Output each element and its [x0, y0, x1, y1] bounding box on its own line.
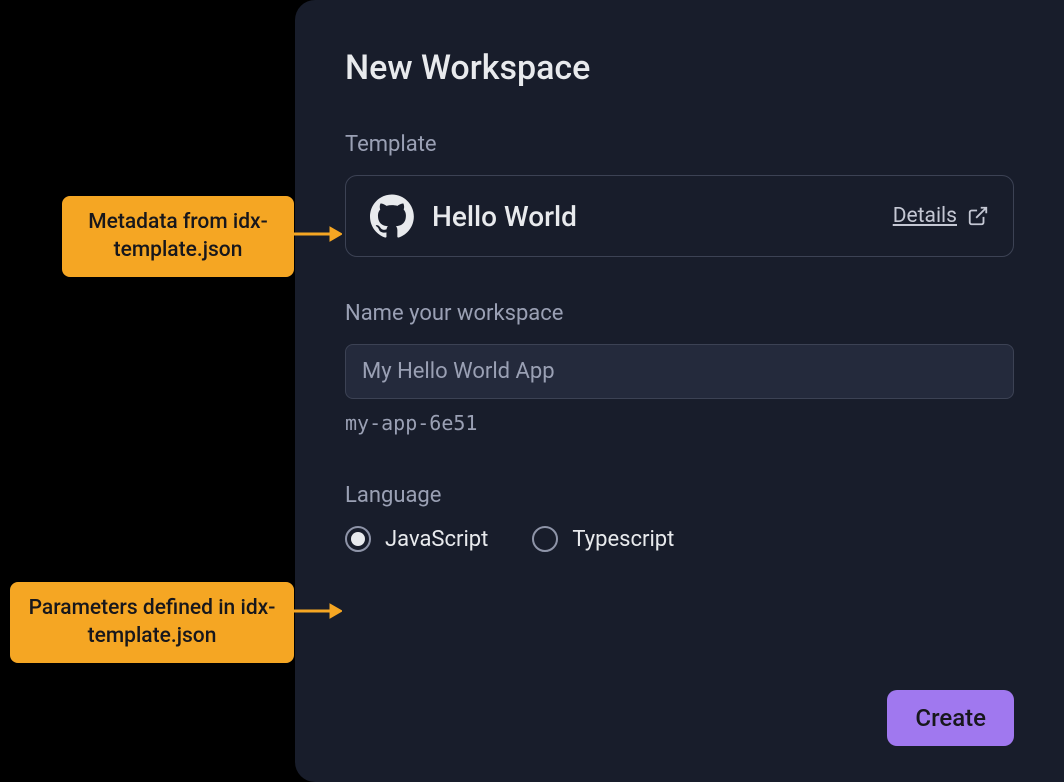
github-icon: [370, 194, 414, 238]
create-button[interactable]: Create: [887, 690, 1014, 746]
language-radio-group: JavaScript Typescript: [345, 526, 1014, 552]
name-section-label: Name your workspace: [345, 301, 1014, 326]
arrow-icon: [294, 601, 342, 621]
radio-button-icon: [532, 526, 558, 552]
radio-label: JavaScript: [385, 527, 488, 552]
external-link-icon: [967, 205, 989, 227]
callout-parameters: Parameters defined in idx-template.json: [10, 582, 294, 663]
workspace-slug: my-app-6e51: [345, 411, 1014, 435]
callout-metadata: Metadata from idx-template.json: [62, 196, 294, 277]
workspace-name-input[interactable]: [345, 344, 1014, 399]
radio-option-javascript[interactable]: JavaScript: [345, 526, 488, 552]
dialog-title: New Workspace: [345, 48, 1014, 88]
template-name: Hello World: [432, 200, 875, 233]
arrow-icon: [294, 224, 342, 244]
radio-option-typescript[interactable]: Typescript: [532, 526, 674, 552]
radio-label: Typescript: [572, 527, 674, 552]
radio-button-icon: [345, 526, 371, 552]
details-link-label: Details: [893, 204, 957, 228]
template-section-label: Template: [345, 132, 1014, 157]
language-section-label: Language: [345, 483, 1014, 508]
details-link[interactable]: Details: [893, 204, 989, 228]
template-card[interactable]: Hello World Details: [345, 175, 1014, 257]
radio-selected-dot: [351, 532, 365, 546]
new-workspace-dialog: New Workspace Template Hello World Detai…: [295, 0, 1064, 782]
